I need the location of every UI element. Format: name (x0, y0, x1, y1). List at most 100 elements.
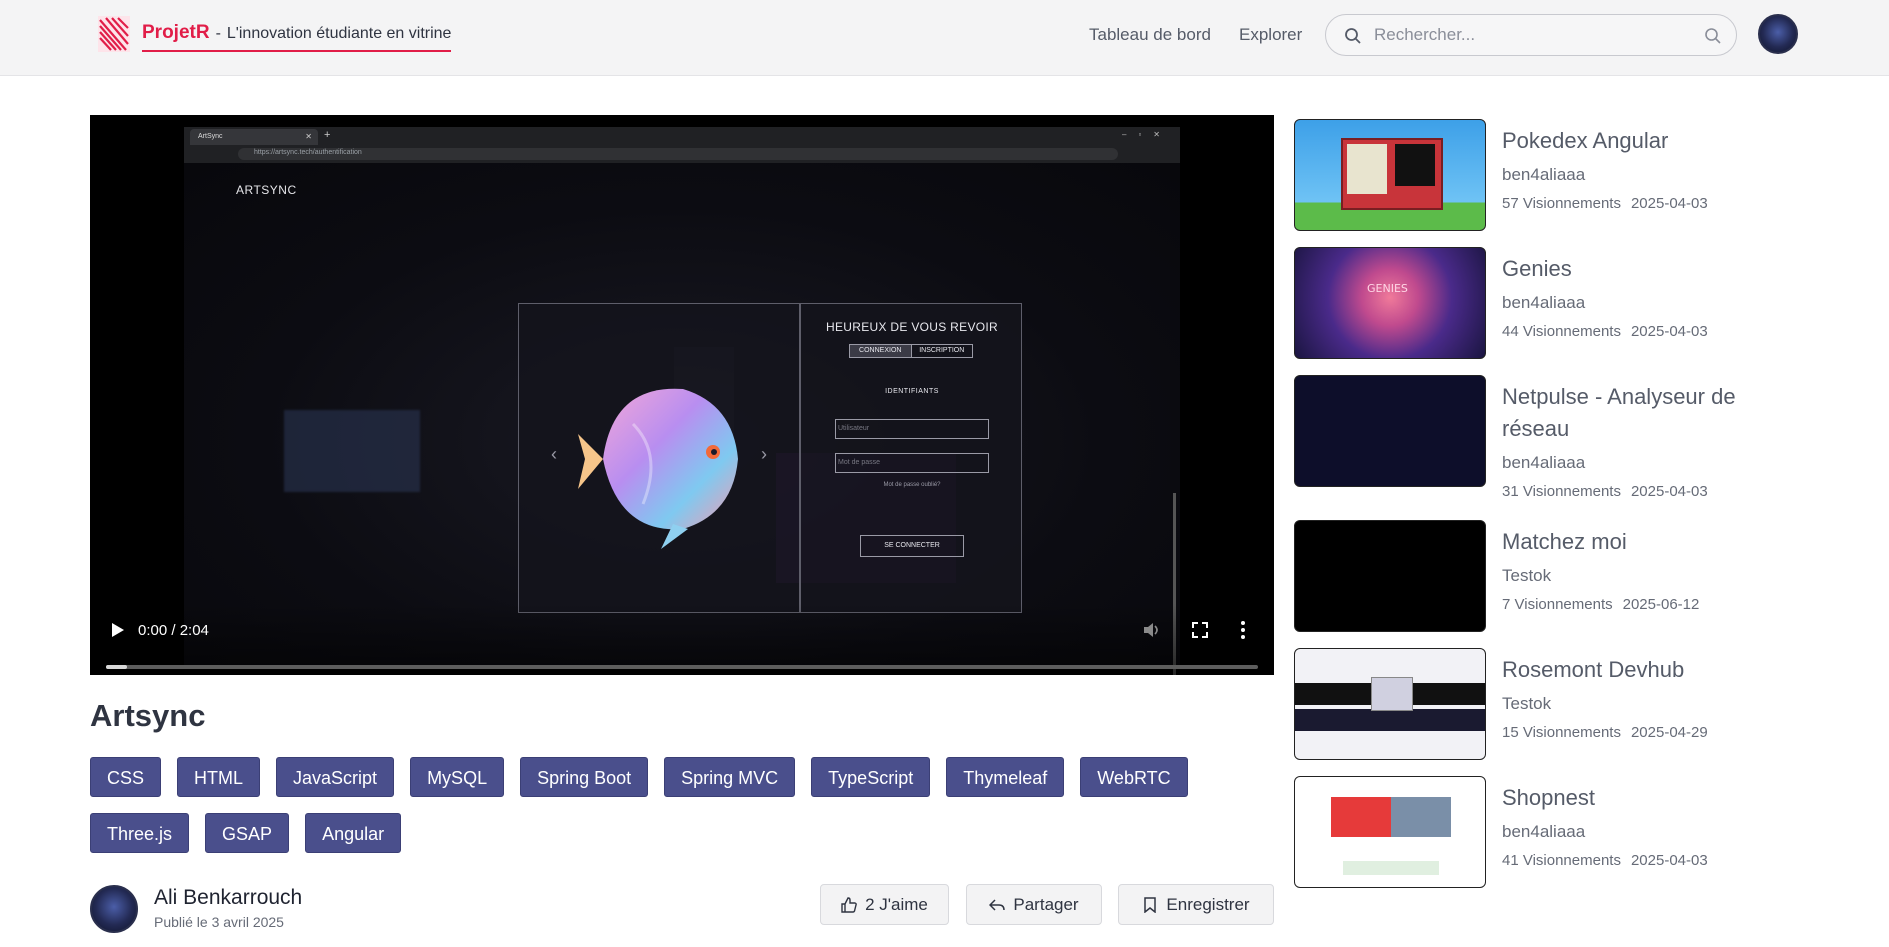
tag-thymeleaf[interactable]: Thymeleaf (946, 757, 1065, 797)
tag-html[interactable]: HTML (177, 757, 261, 797)
frame-window-controls-icon: –▫✕ (1122, 130, 1172, 139)
tag-typescript[interactable]: TypeScript (811, 757, 931, 797)
related-date: 2025-04-03 (1630, 195, 1708, 212)
publish-date: Publié le 3 avril 2025 (154, 914, 284, 930)
related-author[interactable]: ben4aliaaa (1502, 165, 1585, 185)
frame-forgot-link: Mot de passe oublié? (883, 482, 941, 488)
related-date: 2025-04-03 (1630, 323, 1708, 340)
like-button[interactable]: 2 J'aime (820, 884, 949, 925)
frame-tab-login: CONNEXION (850, 345, 912, 357)
related-views: 7 Visionnements (1502, 596, 1613, 613)
related-title[interactable]: Shopnest (1502, 782, 1802, 814)
video-controls: 0:00 / 2:04 (90, 603, 1274, 675)
related-author[interactable]: Testok (1502, 566, 1551, 586)
frame-login-button: SE CONNECTER (860, 535, 964, 557)
thumbs-up-icon (841, 896, 857, 913)
fish-illustration (578, 388, 738, 549)
nav-explore-link[interactable]: Explorer (1239, 25, 1302, 45)
author-avatar[interactable] (90, 885, 138, 933)
related-video-item[interactable]: Pokedex Angular ben4aliaaa 57 Visionneme… (1294, 119, 1814, 231)
tag-gsap[interactable]: GSAP (205, 813, 290, 853)
more-options-icon[interactable] (1240, 620, 1246, 640)
tag-css[interactable]: CSS (90, 757, 162, 797)
video-thumbnail[interactable] (1294, 119, 1486, 231)
nav-dashboard-link[interactable]: Tableau de bord (1089, 25, 1211, 45)
related-author[interactable]: ben4aliaaa (1502, 293, 1585, 313)
frame-auth-tabs: CONNEXION INSCRIPTION (849, 344, 973, 358)
related-author[interactable]: ben4aliaaa (1502, 822, 1585, 842)
tag-javascript[interactable]: JavaScript (276, 757, 395, 797)
video-frame: ArtSync ✕ + –▫✕ https://artsync.tech/auth… (184, 127, 1180, 675)
search-bar (1325, 14, 1737, 56)
related-date: 2025-04-29 (1630, 724, 1708, 741)
related-meta: 41 Visionnements 2025-04-03 (1502, 852, 1708, 869)
related-meta: 15 Visionnements 2025-04-29 (1502, 724, 1708, 741)
frame-tab-title: ArtSync (198, 133, 223, 140)
user-avatar[interactable] (1758, 14, 1798, 54)
tag-spring-mvc[interactable]: Spring MVC (664, 757, 796, 797)
share-icon (989, 898, 1006, 911)
save-label: Enregistrer (1166, 894, 1250, 914)
frame-art-carousel: ‹ › (518, 303, 800, 613)
search-input[interactable] (1374, 24, 1694, 46)
related-views: 31 Visionnements (1502, 483, 1621, 500)
tag-threejs[interactable]: Three.js (90, 813, 190, 853)
related-views: 41 Visionnements (1502, 852, 1621, 869)
search-submit-icon[interactable] (1704, 27, 1722, 45)
bookmark-icon (1144, 896, 1157, 913)
related-meta: 57 Visionnements 2025-04-03 (1502, 195, 1708, 212)
fullscreen-icon[interactable] (1192, 622, 1208, 638)
share-button[interactable]: Partager (966, 884, 1102, 925)
frame-chevron-left-icon: ‹ (551, 444, 557, 464)
related-author[interactable]: Testok (1502, 694, 1551, 714)
video-progress-bar[interactable] (106, 665, 1258, 669)
author-name[interactable]: Ali Benkarrouch (154, 886, 302, 910)
related-video-item[interactable]: GENIES Genies ben4aliaaa 44 Visionnement… (1294, 247, 1814, 359)
projetr-logo-icon[interactable] (98, 16, 130, 52)
frame-browser-chrome: ArtSync ✕ + –▫✕ https://artsync.tech/auth… (184, 127, 1180, 163)
frame-password-field: Mot de passe (835, 453, 989, 473)
video-thumbnail[interactable] (1294, 520, 1486, 632)
related-date: 2025-04-03 (1630, 483, 1708, 500)
related-video-item[interactable]: Netpulse - Analyseur de réseau ben4aliaa… (1294, 375, 1814, 500)
related-date: 2025-06-12 (1622, 596, 1700, 613)
tag-mysql[interactable]: MySQL (410, 757, 505, 797)
share-label: Partager (1013, 894, 1079, 914)
frame-browser-tab: ArtSync ✕ (190, 129, 318, 145)
tag-angular[interactable]: Angular (305, 813, 402, 853)
tag-webrtc[interactable]: WebRTC (1080, 757, 1188, 797)
video-thumbnail[interactable]: GENIES (1294, 247, 1486, 359)
save-button[interactable]: Enregistrer (1118, 884, 1274, 925)
play-icon[interactable] (110, 621, 126, 639)
frame-site-content: ARTSYNC ‹ › HEUREUX DE VOUS REVOIR CONNE… (184, 163, 1180, 675)
frame-chevron-right-icon: › (761, 444, 767, 464)
volume-icon[interactable] (1143, 622, 1161, 638)
video-thumbnail[interactable] (1294, 648, 1486, 760)
brand-link[interactable]: ProjetR - L'innovation étudiante en vitr… (142, 22, 452, 52)
related-video-item[interactable]: Matchez moi Testok 7 Visionnements 2025-0… (1294, 520, 1814, 632)
video-thumbnail[interactable] (1294, 375, 1486, 487)
related-video-item[interactable]: Rosemont Devhub Testok 15 Visionnements 2… (1294, 648, 1814, 760)
related-meta: 31 Visionnements 2025-04-03 (1502, 483, 1708, 500)
frame-username-field: Utilisateur (835, 419, 989, 439)
related-date: 2025-04-03 (1630, 852, 1708, 869)
related-views: 15 Visionnements (1502, 724, 1621, 741)
related-title[interactable]: Netpulse - Analyseur de réseau (1502, 381, 1802, 445)
frame-new-tab-icon: + (324, 129, 331, 141)
frame-url-bar: https://artsync.tech/authentification (238, 148, 1118, 160)
brand-tagline: L'innovation étudiante en vitrine (226, 25, 452, 42)
related-title[interactable]: Genies (1502, 253, 1802, 285)
video-title: Artsync (90, 698, 206, 733)
video-time: 0:00 / 2:04 (138, 622, 209, 639)
tag-spring-boot[interactable]: Spring Boot (520, 757, 649, 797)
related-title[interactable]: Pokedex Angular (1502, 125, 1802, 157)
related-author[interactable]: ben4aliaaa (1502, 453, 1585, 473)
related-meta: 7 Visionnements 2025-06-12 (1502, 596, 1699, 613)
related-views: 44 Visionnements (1502, 323, 1621, 340)
related-video-item[interactable]: Shopnest ben4aliaaa 41 Visionnements 2025… (1294, 776, 1814, 888)
related-title[interactable]: Matchez moi (1502, 526, 1802, 558)
related-title[interactable]: Rosemont Devhub (1502, 654, 1802, 686)
frame-tab-signup: INSCRIPTION (919, 347, 965, 354)
video-thumbnail[interactable] (1294, 776, 1486, 888)
video-player[interactable]: ArtSync ✕ + –▫✕ https://artsync.tech/auth… (90, 115, 1274, 675)
